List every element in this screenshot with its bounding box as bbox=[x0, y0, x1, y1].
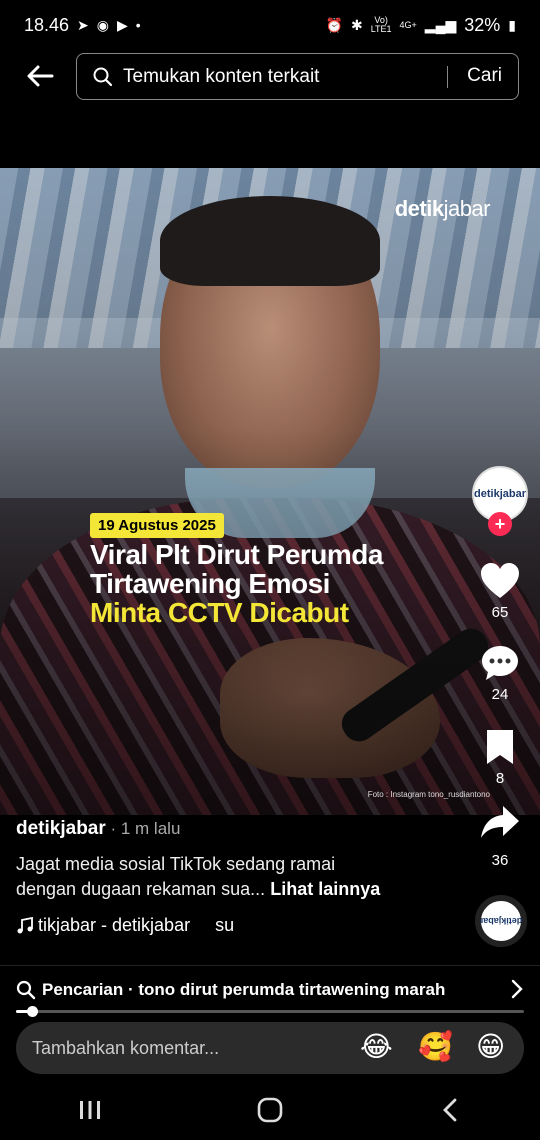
system-nav-bar bbox=[0, 1080, 540, 1140]
youtube-icon: ▶ bbox=[117, 16, 128, 33]
recent-apps-icon bbox=[80, 1101, 100, 1119]
date-badge: 19 Agustus 2025 bbox=[90, 513, 224, 538]
share-count: 36 bbox=[491, 852, 509, 869]
status-time: 18.46 bbox=[24, 14, 70, 35]
post-caption[interactable]: Jagat media sosial TikTok sedang ramai d… bbox=[16, 852, 456, 902]
search-button[interactable]: Cari bbox=[467, 65, 502, 87]
battery-percent: 32% bbox=[464, 14, 501, 35]
like-count: 65 bbox=[491, 604, 509, 621]
music-note-icon bbox=[17, 916, 33, 933]
network-type: 4G+ bbox=[399, 19, 417, 30]
search-icon bbox=[16, 980, 36, 999]
status-bar: 18.46 ➤ ◉ ▶ • ⏰ ✱ Vo) LTE1 4G+ ▂▄▆ 32% ▮ bbox=[0, 0, 540, 50]
video-headline: Viral Plt Dirut Perumda Tirtawening Emos… bbox=[90, 539, 383, 628]
search-suggestion-bar[interactable]: Pencarian · tono dirut perumda tirtaweni… bbox=[0, 965, 540, 1013]
system-back-button[interactable] bbox=[420, 1090, 480, 1130]
suggestion-text: Pencarian · tono dirut perumda tirtaweni… bbox=[42, 979, 446, 999]
post-time: · 1 m lalu bbox=[105, 819, 181, 838]
share-icon bbox=[481, 806, 519, 838]
share-button[interactable]: 36 bbox=[472, 804, 528, 869]
battery-icon: ▮ bbox=[508, 16, 516, 33]
more-notifications-icon: • bbox=[135, 17, 141, 33]
follow-button[interactable]: + bbox=[488, 512, 512, 536]
search-placeholder: Temukan konten terkait bbox=[123, 65, 320, 87]
chevron-left-icon bbox=[443, 1098, 457, 1122]
sound-title: tikjabar - detikjabar su bbox=[38, 915, 235, 935]
signal-icon: ▂▄▆ bbox=[424, 16, 457, 33]
comment-input[interactable]: Tambahkan komentar... 😂 🥰 😁 bbox=[16, 1022, 524, 1074]
emoji-grin[interactable]: 😁 bbox=[476, 1030, 505, 1063]
home-icon bbox=[257, 1097, 283, 1123]
volte-indicator: Vo) LTE1 bbox=[370, 15, 392, 34]
video-progress-bar[interactable] bbox=[16, 1006, 524, 1017]
emoji-hearts[interactable]: 🥰 bbox=[418, 1030, 453, 1063]
back-button[interactable] bbox=[22, 58, 58, 94]
search-icon bbox=[93, 67, 113, 86]
see-more-link[interactable]: Lihat lainnya bbox=[270, 879, 380, 899]
comment-icon bbox=[482, 646, 518, 680]
author-row: detikjabar · 1 m lalu bbox=[16, 818, 180, 840]
watermark-logo: detikjabar bbox=[394, 196, 491, 221]
alarm-icon: ⏰ bbox=[325, 16, 343, 33]
bluetooth-icon: ✱ bbox=[350, 16, 363, 33]
bookmark-count: 8 bbox=[495, 770, 505, 787]
search-input[interactable]: Temukan konten terkait Cari bbox=[76, 53, 519, 100]
author-name[interactable]: detikjabar bbox=[16, 818, 106, 839]
emoji-laughing[interactable]: 😂 bbox=[360, 1030, 393, 1063]
search-divider bbox=[447, 66, 448, 88]
home-button[interactable] bbox=[240, 1090, 300, 1130]
chrome-icon: ◉ bbox=[96, 16, 109, 33]
progress-knob[interactable] bbox=[27, 1006, 39, 1017]
back-arrow-icon bbox=[27, 65, 54, 87]
top-bar: Temukan konten terkait Cari bbox=[0, 52, 540, 102]
comment-placeholder: Tambahkan komentar... bbox=[32, 1037, 220, 1058]
bookmark-button[interactable]: 8 bbox=[472, 728, 528, 787]
music-disc[interactable]: detikjabar bbox=[475, 895, 527, 947]
sound-row[interactable]: tikjabar - detikjabar su bbox=[16, 915, 234, 936]
comment-count: 24 bbox=[491, 686, 509, 703]
telegram-icon: ➤ bbox=[77, 16, 89, 33]
like-button[interactable]: 65 bbox=[472, 562, 528, 621]
video-player[interactable]: detikjabar 19 Agustus 2025 Viral Plt Dir… bbox=[0, 168, 540, 815]
heart-icon bbox=[481, 563, 519, 598]
recent-apps-button[interactable] bbox=[60, 1090, 120, 1130]
comment-button[interactable]: 24 bbox=[472, 644, 528, 703]
chevron-right-icon bbox=[511, 979, 523, 999]
bookmark-icon bbox=[487, 730, 513, 764]
photo-credit: Foto : Instagram tono_rusdiantono bbox=[367, 790, 490, 799]
